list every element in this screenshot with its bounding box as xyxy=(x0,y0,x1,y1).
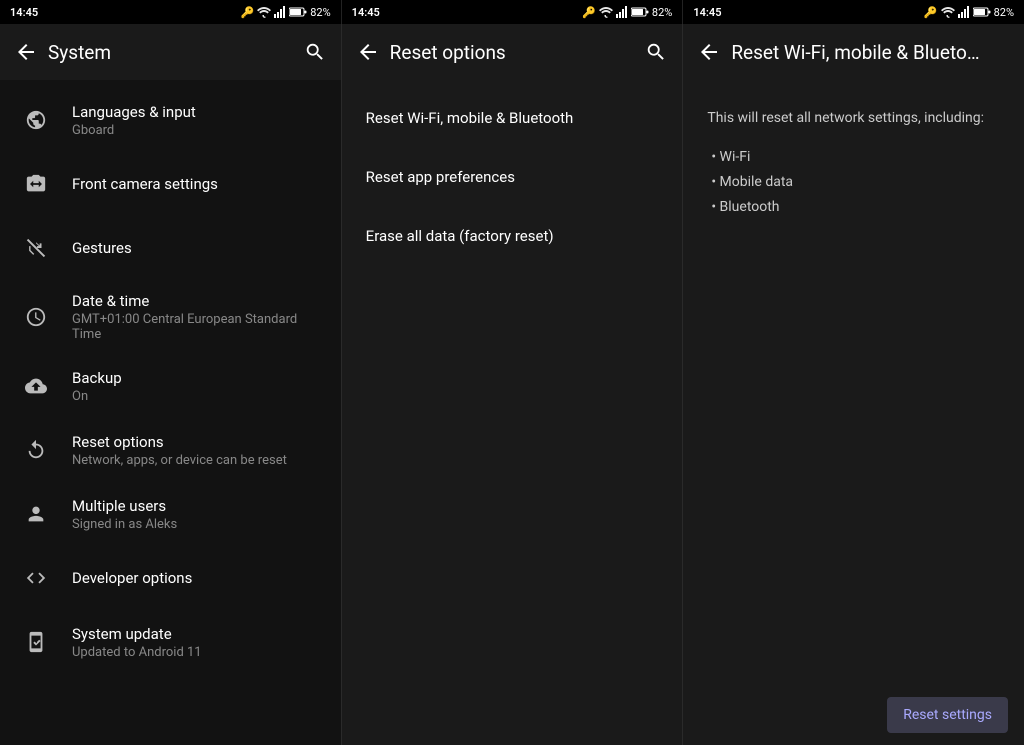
bullet-bluetooth: Bluetooth xyxy=(711,195,1000,220)
backup-subtitle: On xyxy=(72,389,325,404)
reset-wifi-title: Reset Wi-Fi, mobile & Blueto… xyxy=(727,41,1016,64)
date-time-subtitle: GMT+01:00 Central European Standard Time xyxy=(72,312,325,342)
reset-options-search-button[interactable] xyxy=(638,34,674,70)
system-back-button[interactable] xyxy=(8,34,44,70)
reset-options-subtitle: Network, apps, or device can be reset xyxy=(72,453,325,468)
panels: System Languages & input Gboard xyxy=(0,24,1024,745)
backup-title: Backup xyxy=(72,369,325,387)
wifi-icon-2 xyxy=(599,6,613,18)
backup-item[interactable]: Backup On xyxy=(0,354,341,418)
reset-options-list: Reset Wi-Fi, mobile & Bluetooth Reset ap… xyxy=(342,80,683,745)
cloud-upload-icon xyxy=(16,366,56,406)
battery-pct-3: 82% xyxy=(994,6,1014,19)
gestures-text: Gestures xyxy=(72,239,325,257)
gestures-title: Gestures xyxy=(72,239,325,257)
reset-options-text: Reset options Network, apps, or device c… xyxy=(72,433,325,468)
reset-options-header: Reset options xyxy=(342,24,683,80)
reset-options-title: Reset options xyxy=(72,433,325,451)
reset-wifi-item[interactable]: Reset Wi-Fi, mobile & Bluetooth xyxy=(342,88,683,147)
system-update-subtitle: Updated to Android 11 xyxy=(72,645,325,660)
time-2: 14:45 xyxy=(352,6,380,19)
status-bar-3: 14:45 🔑 xyxy=(683,0,1024,24)
system-update-title: System update xyxy=(72,625,325,643)
multiple-users-subtitle: Signed in as Aleks xyxy=(72,517,325,532)
key-icon-2: 🔑 xyxy=(582,6,596,19)
time-3: 14:45 xyxy=(693,6,721,19)
battery-icon-2 xyxy=(631,7,649,17)
reset-options-item[interactable]: Reset options Network, apps, or device c… xyxy=(0,418,341,482)
developer-options-title: Developer options xyxy=(72,569,325,587)
signal-icon-3 xyxy=(958,6,970,18)
reset-wifi-back-button[interactable] xyxy=(691,34,727,70)
gestures-icon xyxy=(16,228,56,268)
gestures-item[interactable]: Gestures xyxy=(0,216,341,280)
battery-pct-2: 82% xyxy=(652,6,672,19)
reset-wifi-footer: Reset settings xyxy=(683,685,1024,745)
status-bar-1: 14:45 🔑 xyxy=(0,0,342,24)
date-time-text: Date & time GMT+01:00 Central European S… xyxy=(72,292,325,342)
wifi-icon-1 xyxy=(257,6,271,18)
status-right-3: 🔑 82% xyxy=(924,6,1014,19)
key-icon-3: 🔑 xyxy=(924,6,938,19)
globe-icon xyxy=(16,100,56,140)
reset-wifi-description: This will reset all network settings, in… xyxy=(683,88,1024,241)
system-title: System xyxy=(44,41,297,64)
reset-app-prefs-label: Reset app preferences xyxy=(366,168,515,186)
time-1: 14:45 xyxy=(10,6,38,19)
signal-icon-1 xyxy=(274,6,286,18)
signal-icon-2 xyxy=(616,6,628,18)
reset-options-title: Reset options xyxy=(386,41,639,64)
reset-wifi-label: Reset Wi-Fi, mobile & Bluetooth xyxy=(366,109,574,127)
reset-settings-button[interactable]: Reset settings xyxy=(887,697,1008,733)
battery-icon-3 xyxy=(973,7,991,17)
multiple-users-text: Multiple users Signed in as Aleks xyxy=(72,497,325,532)
system-panel: System Languages & input Gboard xyxy=(0,24,342,745)
reset-wifi-bullets: Wi-Fi Mobile data Bluetooth xyxy=(707,145,1000,221)
languages-title: Languages & input xyxy=(72,103,325,121)
system-search-button[interactable] xyxy=(297,34,333,70)
reset-wifi-description-text: This will reset all network settings, in… xyxy=(707,108,1000,129)
bullet-wifi: Wi-Fi xyxy=(711,145,1000,170)
clock-icon xyxy=(16,297,56,337)
front-camera-text: Front camera settings xyxy=(72,175,325,193)
system-update-item[interactable]: System update Updated to Android 11 xyxy=(0,610,341,674)
developer-options-text: Developer options xyxy=(72,569,325,587)
status-right-1: 🔑 82% xyxy=(241,6,331,19)
system-panel-header: System xyxy=(0,24,341,80)
reset-app-prefs-item[interactable]: Reset app preferences xyxy=(342,147,683,206)
date-time-item[interactable]: Date & time GMT+01:00 Central European S… xyxy=(0,280,341,354)
battery-icon-1 xyxy=(289,7,307,17)
system-update-icon xyxy=(16,622,56,662)
multiple-users-item[interactable]: Multiple users Signed in as Aleks xyxy=(0,482,341,546)
reset-wifi-header: Reset Wi-Fi, mobile & Blueto… xyxy=(683,24,1024,80)
languages-text: Languages & input Gboard xyxy=(72,103,325,138)
reset-wifi-content: This will reset all network settings, in… xyxy=(683,80,1024,685)
languages-subtitle: Gboard xyxy=(72,123,325,138)
battery-pct-1: 82% xyxy=(310,6,330,19)
reset-wifi-panel: Reset Wi-Fi, mobile & Blueto… This will … xyxy=(683,24,1024,745)
wifi-icon-3 xyxy=(941,6,955,18)
developer-options-item[interactable]: Developer options xyxy=(0,546,341,610)
status-bar-2: 14:45 🔑 xyxy=(342,0,684,24)
multiple-users-title: Multiple users xyxy=(72,497,325,515)
reset-options-panel: Reset options Reset Wi-Fi, mobile & Blue… xyxy=(342,24,684,745)
status-bars: 14:45 🔑 xyxy=(0,0,1024,24)
system-items-list: Languages & input Gboard Front camera se… xyxy=(0,80,341,745)
person-icon xyxy=(16,494,56,534)
front-camera-title: Front camera settings xyxy=(72,175,325,193)
system-update-text: System update Updated to Android 11 xyxy=(72,625,325,660)
bullet-mobile: Mobile data xyxy=(711,170,1000,195)
backup-text: Backup On xyxy=(72,369,325,404)
status-right-2: 🔑 82% xyxy=(582,6,672,19)
date-time-title: Date & time xyxy=(72,292,325,310)
reset-options-back-button[interactable] xyxy=(350,34,386,70)
key-icon-1: 🔑 xyxy=(241,6,255,19)
languages-item[interactable]: Languages & input Gboard xyxy=(0,88,341,152)
camera-front-icon xyxy=(16,164,56,204)
factory-reset-label: Erase all data (factory reset) xyxy=(366,227,554,245)
factory-reset-item[interactable]: Erase all data (factory reset) xyxy=(342,206,683,265)
reset-icon xyxy=(16,430,56,470)
front-camera-item[interactable]: Front camera settings xyxy=(0,152,341,216)
code-icon xyxy=(16,558,56,598)
